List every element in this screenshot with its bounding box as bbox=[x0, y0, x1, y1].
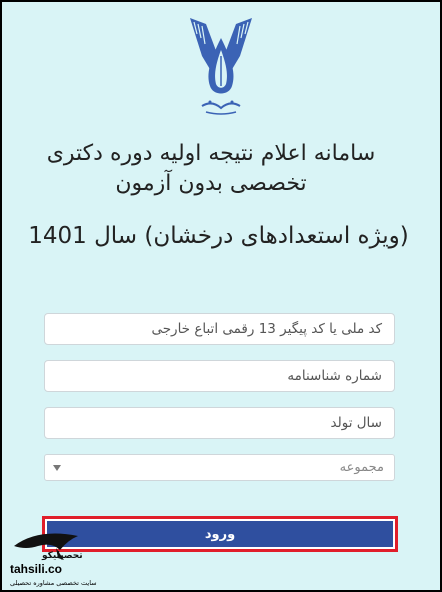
id-number-field[interactable]: شماره شناسنامه bbox=[44, 360, 395, 392]
page-subtitle: (ویژه استعدادهای درخشان) سال 1401 bbox=[28, 223, 409, 249]
page-frame: سامانه اعلام نتیجه اولیه دوره دکتری تخصص… bbox=[2, 2, 440, 590]
group-select-value: مجموعه bbox=[339, 460, 384, 475]
page-title: سامانه اعلام نتیجه اولیه دوره دکتری تخصص… bbox=[46, 141, 376, 196]
chevron-down-icon bbox=[53, 465, 61, 471]
national-code-placeholder: کد ملی یا کد پیگیر 13 رقمی اتباع خارجی bbox=[151, 321, 382, 337]
submit-button[interactable]: ورود bbox=[47, 521, 393, 547]
birth-year-field[interactable]: سال تولد bbox=[44, 407, 395, 439]
watermark-brand-en: tahsili.co bbox=[10, 562, 63, 576]
watermark: تحصیلیکو tahsili.co سایت تخصصی مشاوره تح… bbox=[8, 524, 97, 590]
watermark-tagline: سایت تخصصی مشاوره تحصیلی bbox=[10, 579, 97, 587]
university-logo-icon bbox=[190, 18, 252, 115]
group-select[interactable]: مجموعه bbox=[44, 454, 395, 481]
watermark-brand-fa: تحصیلیکو bbox=[42, 551, 83, 561]
id-number-placeholder: شماره شناسنامه bbox=[287, 368, 382, 384]
national-code-field[interactable]: کد ملی یا کد پیگیر 13 رقمی اتباع خارجی bbox=[44, 313, 395, 345]
birth-year-placeholder: سال تولد bbox=[330, 415, 382, 431]
